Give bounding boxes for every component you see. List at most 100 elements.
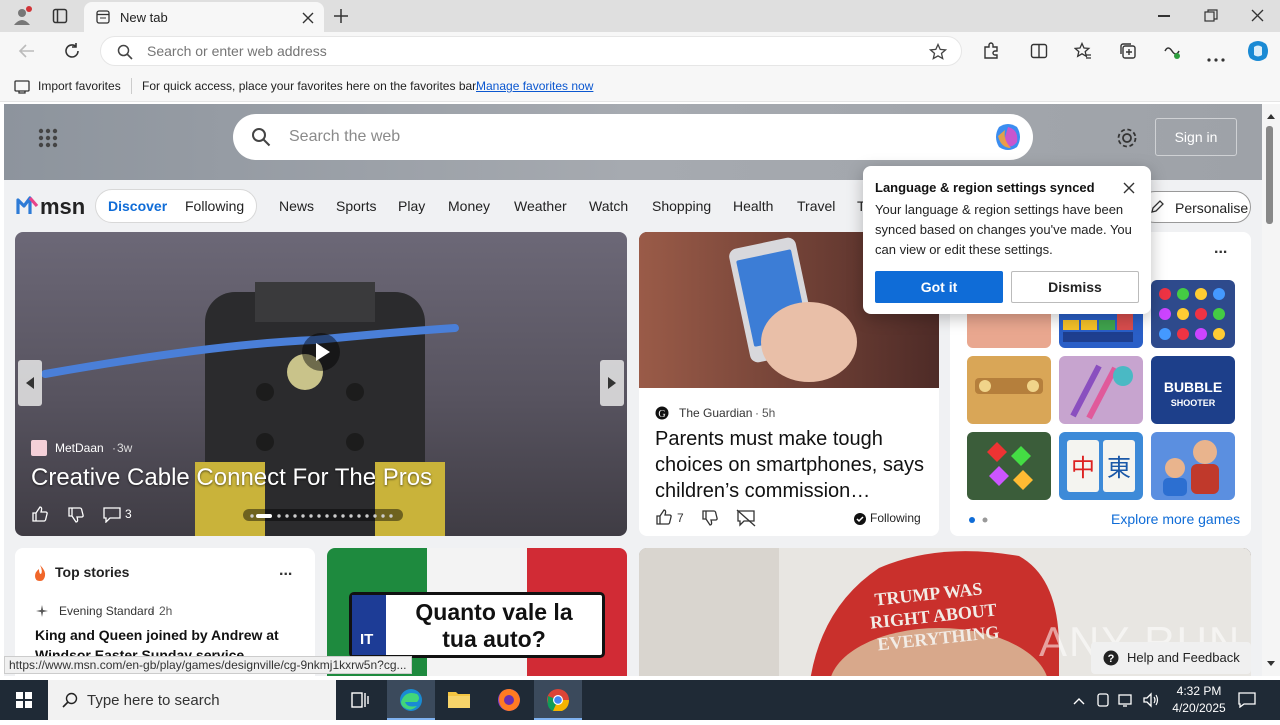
games-page-dots[interactable] [968,516,998,524]
game-tile-makeup[interactable] [1059,356,1143,424]
game-tile-bubble-shooter[interactable]: BUBBLE SHOOTER [1151,356,1235,424]
restore-icon[interactable] [1204,9,1218,23]
start-button[interactable] [0,680,48,720]
games-more-button[interactable]: ... [1214,240,1227,258]
import-favorites-icon[interactable] [14,78,30,94]
svg-text:BUBBLE: BUBBLE [1164,379,1222,395]
msn-logo-icon[interactable] [16,194,40,218]
minimize-icon[interactable] [1158,15,1170,17]
back-icon[interactable] [18,42,36,60]
network-icon[interactable] [1118,692,1136,708]
dismiss-button[interactable]: Dismiss [1011,271,1139,303]
guardian-dislike-icon[interactable] [701,509,719,527]
notifications-icon[interactable] [1238,692,1256,709]
tab-actions-icon[interactable] [52,8,68,24]
new-tab-icon[interactable] [332,7,350,25]
clock-date[interactable]: 4/20/2025 [1168,701,1230,715]
top-stories-more-button[interactable]: ... [279,562,292,580]
top-story-source[interactable]: Evening Standard [59,604,154,618]
hero-source[interactable]: MetDaan [55,441,104,455]
dislike-icon[interactable] [67,506,85,524]
copilot-icon[interactable] [1246,40,1270,62]
close-tab-icon[interactable] [302,11,314,24]
nav-sports[interactable]: Sports [336,198,376,214]
close-window-icon[interactable] [1251,9,1264,22]
nav-travel[interactable]: Travel [797,198,835,214]
collections-icon[interactable] [1119,42,1137,60]
apps-launcher-icon[interactable] [38,128,58,148]
clock-time[interactable]: 4:32 PM [1173,684,1225,698]
hero-prev-button[interactable] [18,360,42,406]
following-label[interactable]: Following [870,511,921,525]
game-tile-gems[interactable] [967,432,1051,500]
chrome-icon[interactable] [534,680,582,720]
edge-taskbar-icon[interactable] [387,680,435,720]
game-tile-wood-screw[interactable] [967,356,1051,424]
game-tile-jewels[interactable] [1151,280,1235,348]
file-explorer-icon[interactable] [435,680,483,720]
guardian-source[interactable]: The Guardian [679,406,752,420]
settings-more-icon[interactable] [1207,49,1225,62]
favorite-star-icon[interactable] [928,42,948,61]
hero-next-button[interactable] [600,360,624,406]
tab-following[interactable]: Following [185,198,244,214]
page-scrollbar[interactable] [1262,104,1280,676]
carousel-dots[interactable] [243,509,403,521]
profile-icon[interactable] [12,6,32,26]
device-tray-icon[interactable] [1096,692,1110,708]
guardian-like-icon[interactable] [655,508,673,526]
import-favorites-button[interactable]: Import favorites [38,79,121,93]
refresh-icon[interactable] [63,42,81,60]
address-bar[interactable] [100,36,962,66]
favorites-icon[interactable] [1073,41,1092,60]
task-view-icon[interactable] [336,680,384,720]
web-search-box[interactable]: Search the web [233,114,1033,160]
tab-title: New tab [120,10,168,25]
help-feedback-button[interactable]: ? Help and Feedback [1091,642,1251,674]
hero-video-card[interactable]: MetDaan · 3w Creative Cable Connect For … [15,232,627,536]
taskbar-search-box[interactable]: Type here to search [48,680,336,720]
personalise-button[interactable]: Personalise [1139,191,1251,223]
split-screen-icon[interactable] [1030,42,1048,60]
extensions-icon[interactable] [982,42,1000,60]
explore-more-games-link[interactable]: Explore more games [1111,511,1240,527]
favorites-bar: Import favorites For quick access, place… [0,70,1280,102]
page-settings-gear-icon[interactable] [1116,127,1138,149]
game-tile-hotel[interactable] [1151,432,1235,500]
nav-money[interactable]: Money [448,198,490,214]
got-it-button[interactable]: Got it [875,271,1003,303]
nav-play[interactable]: Play [398,198,425,214]
game-tile-mahjong[interactable]: 中東 [1059,432,1143,500]
volume-icon[interactable] [1142,692,1160,708]
nav-shopping[interactable]: Shopping [652,198,711,214]
popup-close-icon[interactable] [1123,181,1135,194]
svg-text:?: ? [1108,653,1115,665]
play-icon[interactable] [301,332,341,372]
msn-logo-text[interactable]: msn [40,194,85,220]
manage-favorites-link[interactable]: Manage favorites now [476,79,593,93]
address-input[interactable] [147,43,847,59]
hero-headline[interactable]: Creative Cable Connect For The Pros [31,464,432,492]
nav-news[interactable]: News [279,198,314,214]
firefox-icon[interactable] [485,680,533,720]
country-badge: IT [360,631,374,648]
tab-new-tab[interactable]: New tab [84,2,324,32]
comment-icon[interactable] [103,507,121,524]
copilot-search-icon[interactable] [993,122,1023,152]
browser-essentials-icon[interactable] [1163,42,1181,60]
status-url: https://www.msn.com/en-gb/play/games/des… [4,656,412,674]
nav-watch[interactable]: Watch [589,198,628,214]
nav-health[interactable]: Health [733,198,773,214]
tab-discover[interactable]: Discover [108,198,167,214]
guardian-headline[interactable]: Parents must make tough choices on smart… [655,426,927,504]
top-story-age: 2h [159,604,173,618]
show-hidden-icons-icon[interactable] [1072,694,1086,706]
taskbar-search-placeholder: Type here to search [87,692,220,709]
like-icon[interactable] [31,505,49,523]
svg-text:東: 東 [1107,454,1131,482]
svg-text:中: 中 [1071,454,1095,482]
sign-in-button[interactable]: Sign in [1155,118,1237,156]
featured-photo-card[interactable]: TRUMP WAS RIGHT ABOUT EVERYTHING ANY RUN… [639,548,1251,676]
comments-off-icon[interactable] [736,509,756,527]
nav-weather[interactable]: Weather [514,198,567,214]
